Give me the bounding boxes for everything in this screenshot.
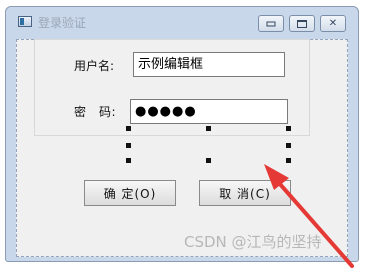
watermark-text: CSDN @江鸟的坚持: [184, 233, 322, 251]
red-arrow-icon: [264, 164, 354, 268]
